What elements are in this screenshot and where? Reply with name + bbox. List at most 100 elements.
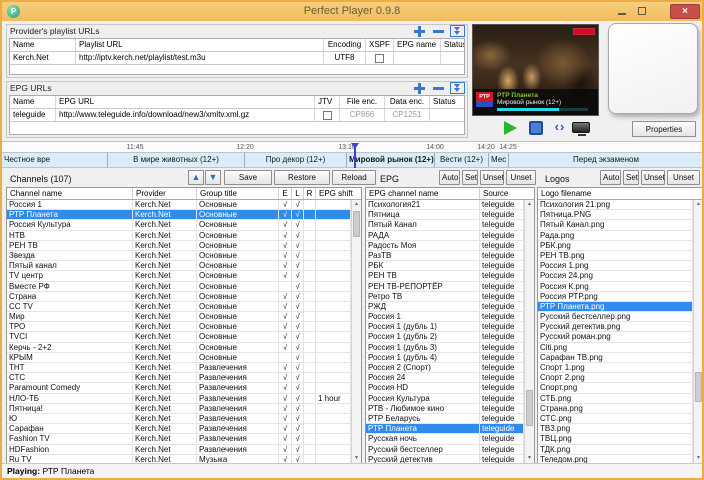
logo-row[interactable]: Россия 24.png [538,271,693,282]
channel-row[interactable]: Ru TV Kerch.Net Музыка √ √ [7,454,351,463]
save-settings-button[interactable]: Save settings [224,170,272,195]
channel-row[interactable]: Керчь - 2+2 Kerch.Net Основные √ √ [7,342,351,353]
logo-row[interactable]: Россия К.png [538,281,693,292]
logo-row[interactable]: Россия РТР.png [538,291,693,302]
logo-row[interactable]: ТВ3.png [538,424,693,435]
epg-channel-row[interactable]: Радость Моя teleguide [366,240,524,251]
epg-channel-row[interactable]: Россия Культура teleguide [366,393,524,404]
epg-channel-row[interactable]: РЕН ТВ-РЕПОРТЁР teleguide [366,281,524,292]
epg-channel-row[interactable]: Пятница teleguide [366,210,524,221]
epg-channel-row[interactable]: Россия 1 (дубль 1) teleguide [366,322,524,333]
channel-row[interactable]: CC TV Kerch.Net Основные √ √ [7,301,351,313]
epg-channel-row[interactable]: Ретро ТВ teleguide [366,291,524,302]
logo-row[interactable]: РТР Планета.png [538,301,693,313]
logo-row[interactable]: Спорт 1.png [538,363,693,374]
restore-settings-button[interactable]: Restore settings [274,170,330,195]
channel-row[interactable]: HDFashion Kerch.Net Развлечения √ √ [7,444,351,455]
logos-unset-button[interactable]: Unset [641,170,665,185]
epg-channel-row[interactable]: РАДА teleguide [366,230,524,241]
logo-row[interactable]: СТС.png [538,413,693,425]
channel-row[interactable]: ТНТ Kerch.Net Развлечения √ √ [7,363,351,374]
apply-epg-url-icon[interactable] [450,82,465,94]
logo-row[interactable]: Русский роман.png [538,332,693,343]
epg-channel-row[interactable]: РБК teleguide [366,261,524,272]
epg-url-row[interactable]: teleguide http://www.teleguide.info/downl… [10,109,464,122]
logo-row[interactable]: Русский бестселлер.png [538,312,693,323]
epg-auto-button[interactable]: Auto [439,170,460,185]
logos-auto-button[interactable]: Auto [600,170,621,185]
scrollbar-thumb[interactable] [526,390,533,426]
remove-playlist-icon[interactable] [431,25,446,37]
epg-channel-row[interactable]: Русский бестселлер teleguide [366,444,524,455]
logo-row[interactable]: Citi.png [538,342,693,353]
channel-row[interactable]: НЛО-ТБ Kerch.Net Развлечения √ √ 1 hour [7,393,351,404]
logo-row[interactable]: Россия 1.png [538,261,693,272]
apply-playlist-icon[interactable] [450,25,465,37]
channel-row[interactable]: TVCI Kerch.Net Основные √ √ [7,332,351,343]
scroll-down-icon[interactable]: ▼ [694,454,702,463]
logo-row[interactable]: ТВЦ.png [538,434,693,445]
channel-row[interactable]: РЕН ТВ Kerch.Net Основные √ √ [7,240,351,251]
channel-row[interactable]: Россия Культура Kerch.Net Основные √ √ [7,220,351,231]
channel-row[interactable]: Пятый канал Kerch.Net Основные √ √ [7,261,351,272]
epg-channel-row[interactable]: Россия HD teleguide [366,383,524,394]
channel-row[interactable]: Fashion TV Kerch.Net Развлечения √ √ [7,434,351,445]
move-channel-down-button[interactable]: ▼ [205,170,221,185]
channel-row[interactable]: КРЫМ Kerch.Net Основные √ [7,352,351,363]
logos-scrollbar[interactable]: ▲ ▼ [693,200,702,463]
epg-channel-row[interactable]: Психология21 teleguide [366,200,524,211]
channel-row[interactable]: ТРО Kerch.Net Основные √ √ [7,322,351,333]
logo-row[interactable]: Рада.png [538,230,693,241]
minimize-button[interactable] [613,5,630,18]
logo-row[interactable]: РБК.png [538,240,693,251]
epg-scrollbar[interactable]: ▲ ▼ [524,200,534,463]
epg-channel-row[interactable]: РЕН ТВ teleguide [366,271,524,282]
remove-epg-url-icon[interactable] [431,82,446,94]
epg-channel-row[interactable]: РТВ - Любимое кино teleguide [366,403,524,414]
properties-button[interactable]: Properties [632,121,696,137]
video-preview[interactable]: РТР РТР Планета Мировой рынок (12+) [472,24,599,116]
epg-channel-row[interactable]: Россия 2 (Спорт) teleguide [366,363,524,374]
epg-channel-row[interactable]: Россия 24 teleguide [366,373,524,384]
channel-row[interactable]: СТС Kerch.Net Развлечения √ √ [7,373,351,384]
logo-row[interactable]: РЕН ТВ.png [538,250,693,262]
logos-set-button[interactable]: Set [623,170,639,185]
scrollbar-thumb[interactable] [695,372,702,402]
logos-unset-all-button[interactable]: Unset all [667,170,700,195]
close-button[interactable]: × [670,4,700,19]
logo-row[interactable]: Теледом.png [538,454,693,463]
logo-row[interactable]: Спорт 2.png [538,373,693,384]
epg-channel-row[interactable]: Россия 1 teleguide [366,312,524,323]
epg-channel-row[interactable]: Россия 1 (дубль 2) teleguide [366,332,524,343]
logo-row[interactable]: Спорт.png [538,383,693,394]
channel-row[interactable]: Россия 1 Kerch.Net Основные √ √ [7,200,351,211]
epg-channel-row[interactable]: Русский детектив teleguide [366,454,524,463]
epg-set-button[interactable]: Set [462,170,478,185]
playlist-row[interactable]: Kerch.Net http://iptv.kerch.net/playlist/… [10,52,464,65]
scrollbar-thumb[interactable] [353,211,360,237]
channels-scrollbar[interactable]: ▲ ▼ [351,200,361,463]
scroll-up-icon[interactable]: ▲ [694,200,702,209]
channel-row[interactable]: Paramount Comedy Kerch.Net Развлечения √ √ [7,383,351,394]
channel-row[interactable]: Страна Kerch.Net Основные √ √ [7,291,351,302]
xspf-checkbox[interactable] [375,53,384,63]
epg-channel-row[interactable]: РЖД teleguide [366,301,524,313]
channel-row[interactable]: TV центр Kerch.Net Основные √ √ [7,271,351,282]
maximize-button[interactable] [633,5,650,18]
logo-row[interactable]: Страна.png [538,403,693,414]
fullscreen-button[interactable] [572,122,590,136]
scroll-up-icon[interactable]: ▲ [352,200,361,209]
channel-row[interactable]: Звезда Kerch.Net Основные √ √ [7,250,351,262]
channel-row[interactable]: Ю Kerch.Net Развлечения √ √ [7,413,351,425]
logo-row[interactable]: ТДК.png [538,444,693,455]
epg-channel-row[interactable]: Русская ночь teleguide [366,434,524,445]
reload-files-button[interactable]: Reload files [332,170,376,195]
logo-row[interactable]: СТБ.png [538,393,693,404]
logo-row[interactable]: Сарафан ТВ.png [538,352,693,363]
channel-row[interactable]: РТР Планета Kerch.Net Основные √ √ [7,210,351,221]
channel-row[interactable]: Сарафан Kerch.Net Развлечения √ √ [7,424,351,435]
scroll-down-icon[interactable]: ▼ [352,454,361,463]
aspect-ratio-button[interactable]: ‹› [551,119,569,135]
logo-row[interactable]: Психология 21.png [538,200,693,211]
epg-channel-row[interactable]: Пятый Канал teleguide [366,220,524,231]
